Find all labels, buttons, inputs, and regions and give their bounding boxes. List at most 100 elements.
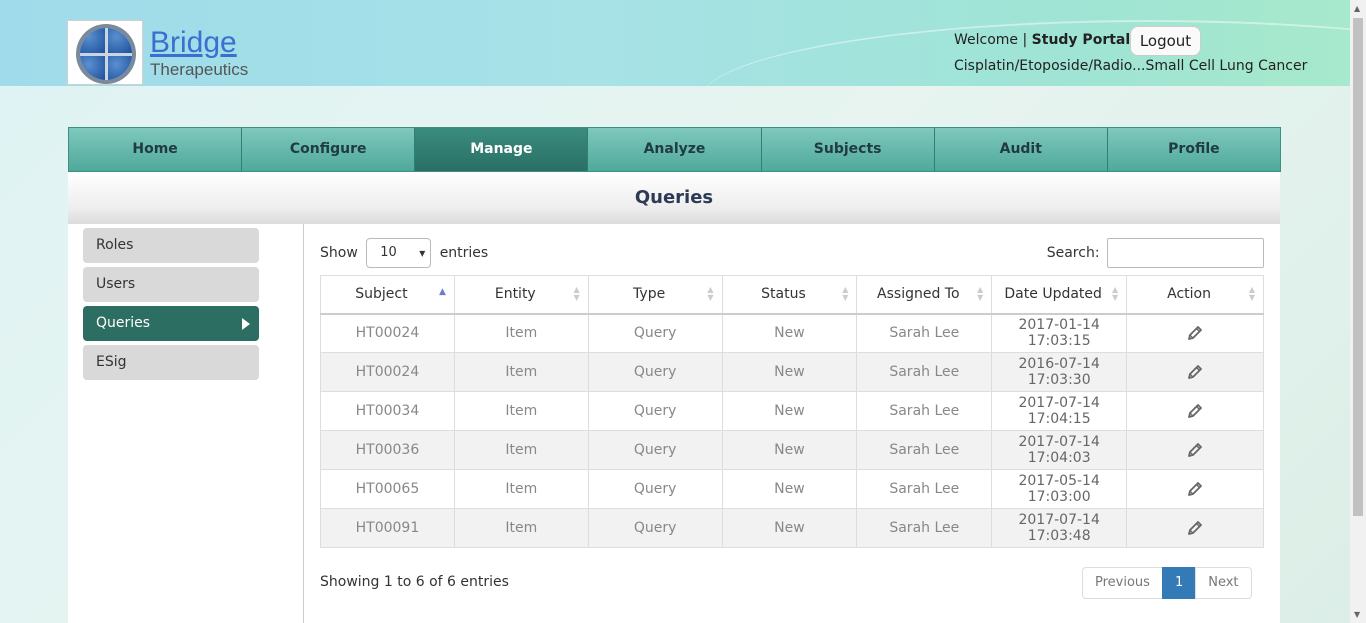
- show-label: Show: [320, 245, 358, 261]
- cell-date: 2016-07-14 17:03:30: [991, 352, 1128, 392]
- cell-subject: HT00034: [320, 391, 455, 431]
- column-header-assigned-to[interactable]: Assigned To ▲ ▼: [856, 275, 993, 315]
- tab-profile[interactable]: Profile: [1107, 128, 1280, 171]
- study-name: Cisplatin/Etoposide/Radio...Small Cell L…: [954, 58, 1308, 74]
- welcome-text: Welcome | Study Portal: [954, 32, 1130, 48]
- edit-icon[interactable]: [1186, 364, 1204, 380]
- tab-manage[interactable]: Manage: [415, 128, 589, 171]
- cell-assigned: Sarah Lee: [856, 508, 993, 548]
- tab-audit[interactable]: Audit: [934, 128, 1108, 171]
- tab-home[interactable]: Home: [69, 128, 243, 171]
- column-header-label: Status: [761, 286, 806, 303]
- edit-icon[interactable]: [1186, 520, 1204, 536]
- edit-icon[interactable]: [1186, 325, 1204, 341]
- sort-asc-icon: ▲: [438, 287, 446, 297]
- logout-button[interactable]: Logout: [1130, 26, 1201, 56]
- search-input[interactable]: [1107, 238, 1264, 268]
- logo-title[interactable]: Bridge: [150, 26, 248, 60]
- cell-action: [1126, 352, 1264, 392]
- edit-icon[interactable]: [1186, 442, 1204, 458]
- cell-entity: Item: [453, 469, 589, 509]
- table-row[interactable]: HT00065 Item Query New Sarah Lee 2017-05-14 1…: [320, 469, 1264, 509]
- cell-action: [1126, 391, 1264, 431]
- cell-type: Query: [587, 352, 723, 392]
- sort-both-icon: ▲ ▼: [1248, 285, 1255, 302]
- welcome-label: Welcome |: [954, 32, 1028, 48]
- table-row[interactable]: HT00091 Item Query New Sarah Lee 2017-07-14 1…: [320, 508, 1264, 548]
- sidebar-item-roles[interactable]: Roles: [83, 228, 259, 263]
- logo-icon: [76, 24, 136, 84]
- tab-configure[interactable]: Configure: [242, 128, 416, 171]
- cell-entity: Item: [453, 430, 589, 470]
- edit-icon[interactable]: [1186, 403, 1204, 419]
- cell-date: 2017-07-14 17:03:48: [991, 508, 1128, 548]
- sidebar-item-users[interactable]: Users: [83, 267, 259, 302]
- sort-both-icon: ▲ ▼: [573, 285, 580, 302]
- sort-both-icon: ▲ ▼: [842, 285, 849, 302]
- table-row[interactable]: HT00036 Item Query New Sarah Lee 2017-07-14 1…: [320, 430, 1264, 470]
- header-decoration: [700, 20, 1350, 86]
- scrollbar-thumb[interactable]: [1353, 18, 1363, 516]
- table-row[interactable]: HT00034 Item Query New Sarah Lee 2017-07-14 1…: [320, 391, 1264, 431]
- cell-action: [1126, 313, 1264, 353]
- cell-status: New: [721, 391, 858, 431]
- column-header-date-updated[interactable]: Date Updated ▲ ▼: [991, 275, 1128, 315]
- cell-status: New: [721, 469, 858, 509]
- logo-text[interactable]: Bridge Therapeutics: [150, 26, 248, 80]
- column-header-label: Type: [633, 286, 666, 303]
- page-scrollbar[interactable]: ▲ ▼: [1350, 0, 1366, 623]
- cell-assigned: Sarah Lee: [856, 352, 993, 392]
- column-header-status[interactable]: Status ▲ ▼: [721, 275, 858, 315]
- cell-subject: HT00024: [320, 313, 455, 353]
- entries-length-control: Show 10 entries: [320, 238, 488, 268]
- tab-subjects[interactable]: Subjects: [761, 128, 935, 171]
- column-header-type[interactable]: Type ▲ ▼: [587, 275, 723, 315]
- sort-both-icon: ▲ ▼: [1111, 285, 1119, 302]
- cell-subject: HT00065: [320, 469, 455, 509]
- scroll-down-icon[interactable]: ▼: [1354, 610, 1360, 619]
- cell-entity: Item: [453, 352, 589, 392]
- cell-type: Query: [587, 508, 723, 548]
- cell-status: New: [721, 508, 858, 548]
- main-nav: Home Configure Manage Analyze Subjects Audit P…: [68, 127, 1281, 172]
- cell-entity: Item: [453, 391, 589, 431]
- sidebar-item-queries[interactable]: Queries: [83, 306, 259, 341]
- content-panel: Queries Roles Users Queries ESig Show 10 en…: [68, 172, 1280, 623]
- cell-assigned: Sarah Lee: [856, 469, 993, 509]
- edit-icon[interactable]: [1186, 481, 1204, 497]
- sort-both-icon: ▲ ▼: [707, 285, 714, 302]
- table-row[interactable]: HT00024 Item Query New Sarah Lee 2017-01-14 1…: [320, 313, 1264, 353]
- cell-status: New: [721, 352, 858, 392]
- cell-type: Query: [587, 430, 723, 470]
- column-header-label: Subject: [355, 286, 408, 303]
- table-row[interactable]: HT00024 Item Query New Sarah Lee 2016-07-14 1…: [320, 352, 1264, 392]
- cell-assigned: Sarah Lee: [856, 313, 993, 353]
- cell-assigned: Sarah Lee: [856, 391, 993, 431]
- page-title: Queries: [68, 172, 1280, 224]
- logo[interactable]: [67, 20, 143, 85]
- cell-action: [1126, 430, 1264, 470]
- column-header-label: Date Updated: [1004, 286, 1102, 303]
- logo-subtitle: Therapeutics: [150, 60, 249, 79]
- entries-select[interactable]: 10: [366, 238, 432, 268]
- cell-entity: Item: [453, 313, 589, 353]
- column-header-label: Assigned To: [877, 286, 960, 303]
- search-control: Search:: [1047, 238, 1264, 268]
- cell-subject: HT00036: [320, 430, 455, 470]
- column-header-subject[interactable]: Subject ▲: [320, 275, 455, 315]
- previous-button[interactable]: Previous: [1082, 567, 1163, 599]
- column-header-entity[interactable]: Entity ▲ ▼: [453, 275, 589, 315]
- scroll-up-icon[interactable]: ▲: [1354, 4, 1360, 13]
- cell-status: New: [721, 313, 858, 353]
- tab-analyze[interactable]: Analyze: [588, 128, 762, 171]
- sidebar-item-esig[interactable]: ESig: [83, 345, 259, 380]
- queries-table: Subject ▲ Entity ▲ ▼ Type ▲ ▼ Status ▲ ▼ Assigned T…: [320, 275, 1264, 548]
- table-info: Showing 1 to 6 of 6 entries: [320, 574, 509, 590]
- pagination: Previous 1 Next: [1082, 567, 1252, 599]
- next-button[interactable]: Next: [1195, 567, 1252, 599]
- column-header-action[interactable]: Action ▲ ▼: [1126, 275, 1264, 315]
- column-header-label: Entity: [494, 286, 536, 303]
- cell-type: Query: [587, 313, 723, 353]
- page-button-current[interactable]: 1: [1161, 567, 1197, 599]
- cell-date: 2017-07-14 17:04:03: [991, 430, 1128, 470]
